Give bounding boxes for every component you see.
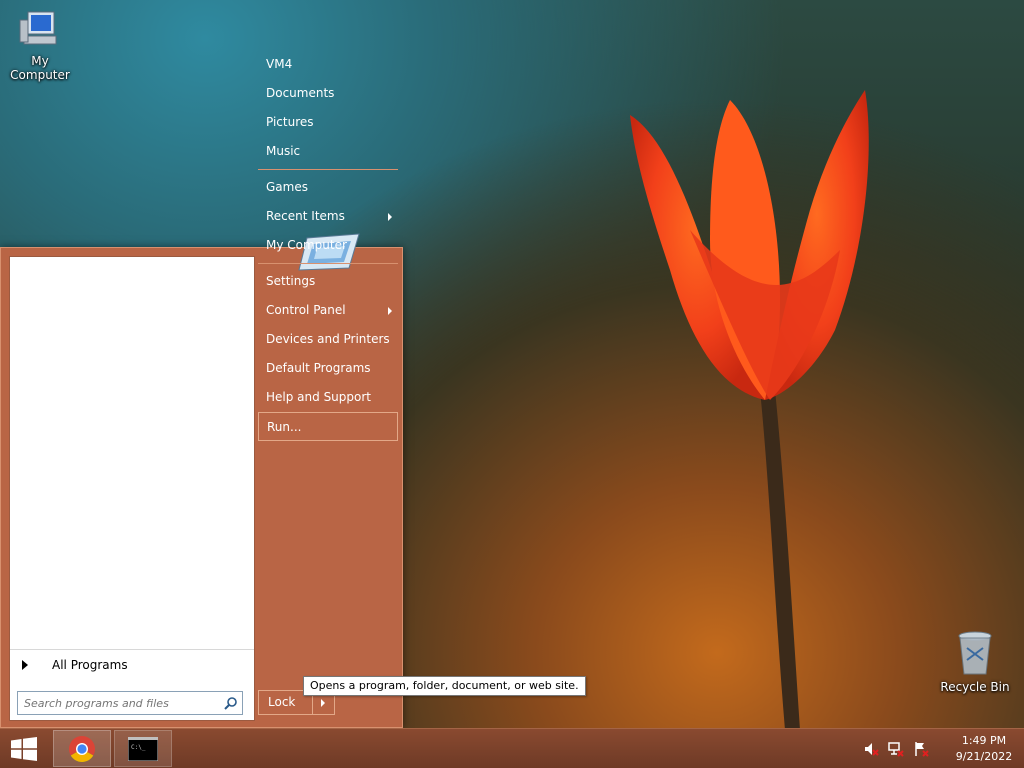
start-item-run[interactable]: Run... [258, 412, 398, 441]
taskbar: C:\_ 1:49 PM 9/21/2022 [0, 728, 1024, 768]
clock-time: 1:49 PM [961, 734, 1007, 747]
run-tooltip: Opens a program, folder, document, or we… [303, 676, 586, 696]
start-item-label: My Computer [266, 238, 347, 252]
chrome-icon [69, 735, 95, 762]
submenu-arrow-icon [388, 213, 392, 221]
desktop-icon-label: My Computer [10, 54, 70, 82]
start-item-label: Pictures [266, 115, 314, 129]
start-item-documents[interactable]: Documents [258, 79, 398, 108]
windows-logo-icon [11, 737, 37, 761]
start-item-label: Default Programs [266, 361, 371, 375]
start-button[interactable] [0, 729, 48, 768]
separator [258, 263, 398, 264]
start-item-control-panel[interactable]: Control Panel [258, 296, 398, 325]
start-item-label: Games [266, 180, 308, 194]
system-tray: 1:49 PM 9/21/2022 [861, 729, 1024, 768]
desktop-icon-recycle-bin[interactable]: Recycle Bin [935, 630, 1015, 694]
start-item-my-computer[interactable]: My Computer [258, 231, 398, 260]
separator [258, 169, 398, 170]
taskbar-button-command-prompt[interactable]: C:\_ [114, 730, 172, 767]
start-item-games[interactable]: Games [258, 173, 398, 202]
start-item-label: Documents [266, 86, 335, 100]
start-item-devices-and-printers[interactable]: Devices and Printers [258, 325, 398, 354]
start-menu-programs-pane: All Programs [9, 256, 255, 721]
computer-icon [19, 11, 57, 45]
wallpaper-tulip [630, 90, 869, 730]
start-item-recent-items[interactable]: Recent Items [258, 202, 398, 231]
start-item-label: Devices and Printers [266, 332, 390, 346]
command-prompt-icon: C:\_ [128, 736, 158, 761]
desktop-icon-my-computer[interactable]: My Computer [0, 8, 80, 82]
start-item-vm4[interactable]: VM4 [258, 50, 398, 79]
arrow-right-icon [22, 659, 28, 670]
volume-muted-icon[interactable] [861, 739, 881, 759]
start-item-default-programs[interactable]: Default Programs [258, 354, 398, 383]
search-box [17, 691, 243, 715]
all-programs-button[interactable]: All Programs [10, 649, 254, 679]
action-center-icon[interactable] [911, 739, 931, 759]
tooltip-text: Opens a program, folder, document, or we… [310, 679, 579, 692]
start-item-pictures[interactable]: Pictures [258, 108, 398, 137]
submenu-arrow-icon [388, 307, 392, 315]
start-item-label: Control Panel [266, 303, 346, 317]
start-menu-places-pane: VM4 Documents Pictures Music Games Recen… [258, 50, 398, 441]
desktop-icon-label: Recycle Bin [940, 680, 1010, 694]
clock-date: 9/21/2022 [955, 750, 1013, 763]
lock-label: Lock [268, 695, 296, 709]
svg-text:C:\_: C:\_ [131, 744, 146, 751]
network-icon[interactable] [886, 739, 906, 759]
start-item-label: VM4 [266, 57, 293, 71]
start-item-label: Run... [267, 420, 302, 434]
recycle-bin-icon [958, 631, 992, 675]
search-input[interactable] [18, 693, 220, 713]
start-item-settings[interactable]: Settings [258, 267, 398, 296]
start-item-label: Music [266, 144, 301, 158]
start-item-label: Help and Support [266, 390, 371, 404]
search-icon[interactable] [220, 692, 242, 714]
start-item-label: Settings [266, 274, 316, 288]
all-programs-label: All Programs [52, 657, 128, 672]
start-item-music[interactable]: Music [258, 137, 398, 166]
start-item-help-and-support[interactable]: Help and Support [258, 383, 398, 412]
clock[interactable]: 1:49 PM 9/21/2022 [944, 733, 1024, 765]
taskbar-button-chrome[interactable] [53, 730, 111, 767]
start-item-label: Recent Items [266, 209, 345, 223]
